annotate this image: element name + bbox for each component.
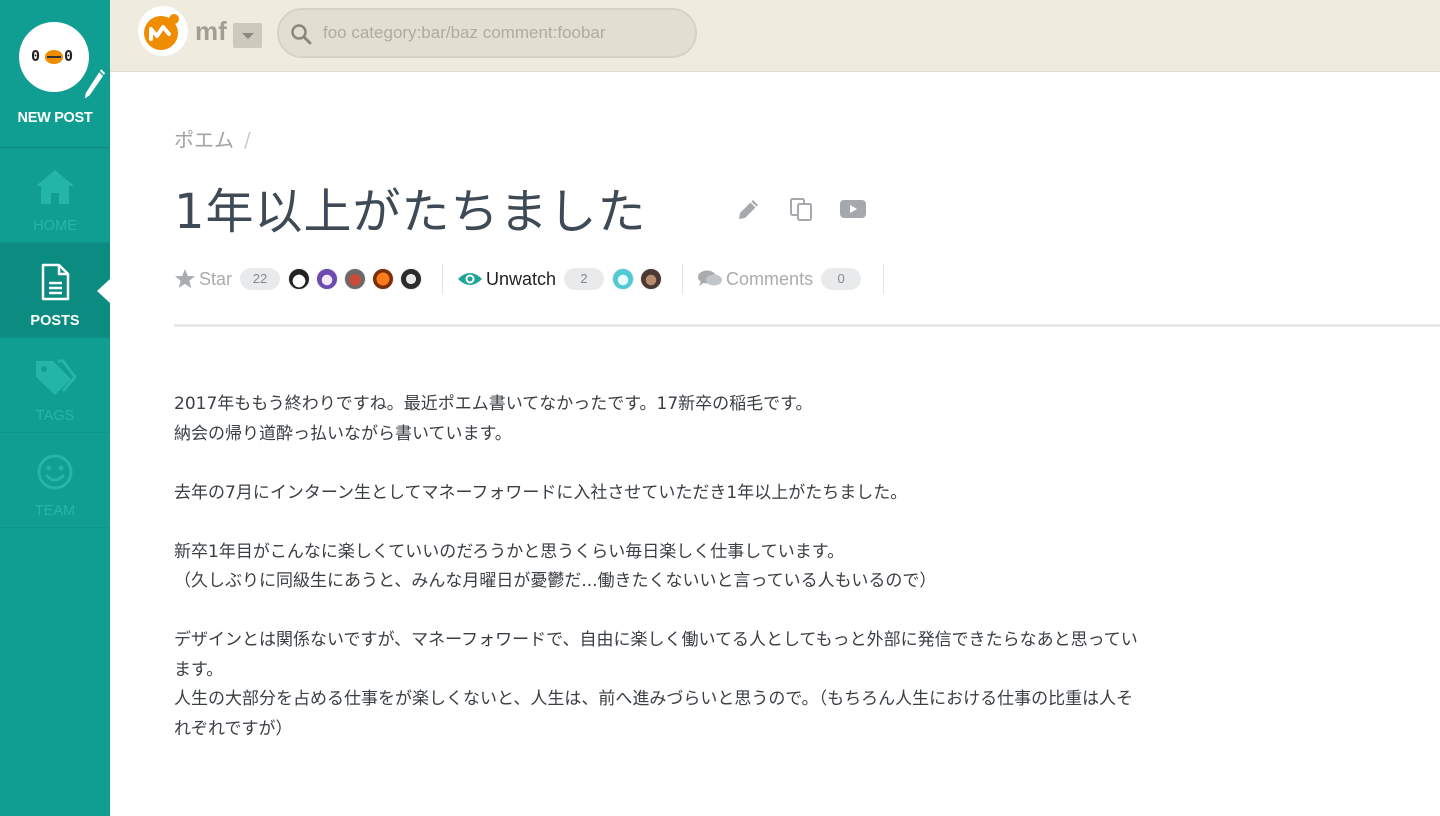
logo-icon [144,14,179,50]
watch-count[interactable]: 2 [564,268,605,290]
meta-divider [682,264,684,294]
pencil-icon [739,200,758,219]
meta-divider [442,264,444,294]
text-line: ます。 [174,659,224,680]
sidebar: 00 NEW POST HOME POSTS TAGS TEAM [0,0,110,816]
sidebar-item-tags[interactable]: TAGS [0,338,110,433]
star-count[interactable]: 22 [240,268,281,290]
tags-icon [36,359,77,395]
paragraph: 2017年ももう終わりですね。最近ポエム書いてなかったです。17新卒の稲毛です。… [174,390,1304,449]
comments-count: 0 [821,268,862,290]
watch-group: Unwatch 2 [457,262,668,296]
home-icon [36,170,74,204]
copy-icon [790,198,812,221]
smile-icon [37,454,73,490]
breadcrumb: ポエム / [174,124,251,153]
slideshow-button[interactable] [838,194,868,224]
avatar-mouth [45,50,63,64]
sidebar-item-posts[interactable]: POSTS [0,243,110,338]
star-button[interactable]: Star [174,268,232,290]
star-group: Star 22 [174,262,428,296]
avatar[interactable] [372,268,395,290]
breadcrumb-category[interactable]: ポエム [174,128,234,152]
title-actions [734,194,868,224]
meta-divider [883,264,885,294]
unwatch-label: Unwatch [486,268,557,289]
text-line: 新卒1年目がこんなに楽しくていいのだろうかと思うくらい毎日楽しく仕事しています。 [174,541,845,562]
team-logo[interactable] [138,6,188,56]
breadcrumb-separator: / [244,128,251,152]
sidebar-item-home[interactable]: HOME [0,148,110,243]
edit-button[interactable] [734,194,764,224]
top-bar: mf [110,0,1440,72]
avatar[interactable] [400,268,423,290]
text-line: 2017年ももう終わりですね。最近ポエム書いてなかったです。17新卒の稲毛です。 [174,394,813,414]
new-post-button[interactable]: 00 NEW POST [0,0,110,148]
unwatch-button[interactable]: Unwatch [457,269,556,290]
sidebar-item-label: TAGS [35,408,75,424]
paragraph: デザインとは関係ないですが、マネーフォワードで、自由に楽しく働いてる人としてもっ… [174,626,1304,744]
avatar[interactable] [344,268,367,290]
text-line: 人生の大部分を占める仕事をが楽しくないと、人生は、前へ進みづらいと思うので。（も… [174,689,1134,709]
page-title: 1年以上がたちました [174,184,647,240]
star-label: Star [199,268,233,289]
sidebar-item-label: POSTS [30,313,80,329]
team-name[interactable]: mf [195,16,227,47]
eye-icon [458,273,483,285]
avatar[interactable] [612,268,635,290]
avatar[interactable] [316,268,339,290]
comments-link[interactable]: Comments [697,269,813,290]
sidebar-item-team[interactable]: TEAM [0,433,110,528]
avatar[interactable] [640,268,663,290]
search-icon [291,24,312,45]
play-icon [840,200,866,218]
sidebar-item-label: TEAM [34,503,76,519]
paragraph: 新卒1年目がこんなに楽しくていいのだろうかと思うくらい毎日楽しく仕事しています。… [174,538,1304,597]
post-body: 2017年ももう終わりですね。最近ポエム書いてなかったです。17新卒の稲毛です。… [174,390,1304,774]
team-dropdown-button[interactable] [233,23,262,48]
text-line: れぞれですが） [174,718,293,739]
sidebar-item-label: HOME [33,218,77,234]
comments-group: Comments 0 [697,262,869,296]
new-post-label: NEW POST [17,110,93,126]
active-indicator [97,279,110,303]
comments-label: Comments [726,268,814,289]
text-line: デザインとは関係ないですが、マネーフォワードで、自由に楽しく働いてる人としてもっ… [174,630,1138,650]
avatar: 00 [19,22,89,92]
search-input[interactable] [323,20,683,46]
star-icon [175,269,195,288]
text-line: 納会の帰り道酔っ払いながら書いています。 [174,423,512,444]
document-icon [41,263,70,301]
avatar-eye-left: 0 [31,47,41,65]
comments-icon [698,270,723,286]
search-box [277,8,697,58]
title-divider [174,324,1440,327]
text-line: （久しぶりに同級生にあうと、みんな月曜日が憂鬱だ...働きたくないいと言っている… [174,571,937,591]
post-meta: Star 22 Unwatch 2 Comments 0 [174,262,898,296]
pencil-icon [83,66,107,102]
text-line: 去年の7月にインターン生としてマネーフォワードに入社させていただき1年以上がたち… [174,482,908,503]
copy-button[interactable] [786,194,816,224]
avatar-eye-right: 0 [64,47,74,65]
avatar[interactable] [288,268,311,290]
paragraph: 去年の7月にインターン生としてマネーフォワードに入社させていただき1年以上がたち… [174,479,1304,509]
